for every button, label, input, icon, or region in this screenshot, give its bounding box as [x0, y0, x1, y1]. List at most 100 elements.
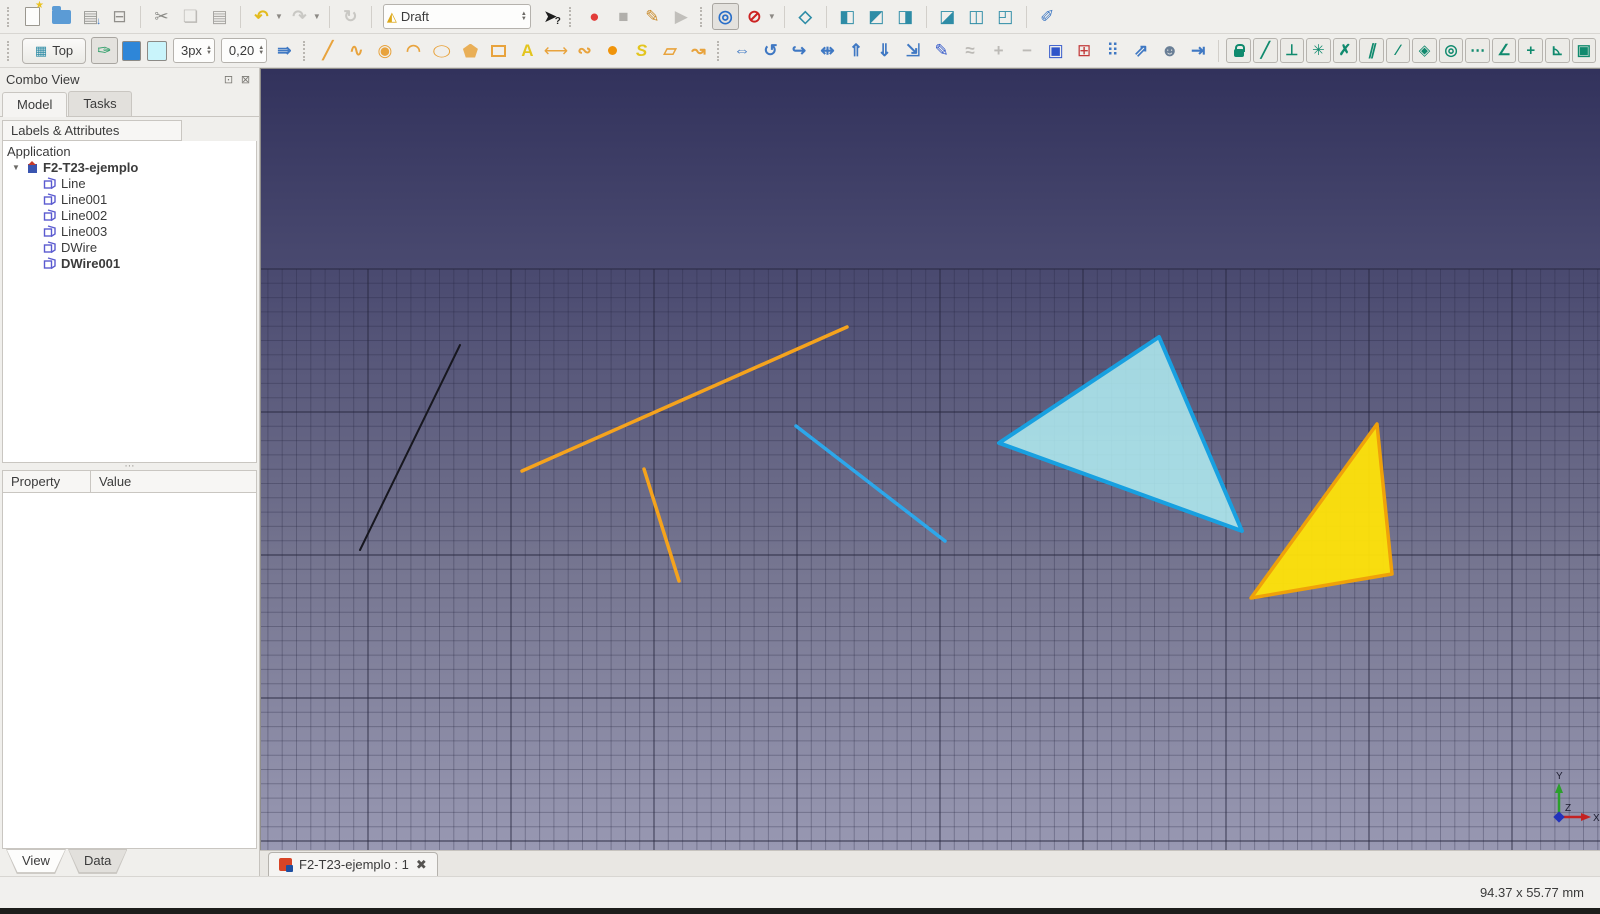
new-file-icon[interactable] — [19, 3, 46, 30]
delete-point-icon[interactable]: − — [1014, 37, 1041, 64]
spin-arrows[interactable]: ▲▼ — [258, 46, 264, 56]
face-color-swatch[interactable] — [147, 41, 167, 61]
snap-center-icon[interactable]: ◎ — [1439, 38, 1464, 63]
panel-splitter[interactable] — [0, 463, 259, 470]
snap-parallel-icon[interactable]: ∥ — [1359, 38, 1384, 63]
tree-item[interactable]: DWire001 — [3, 255, 256, 271]
snap-working-plane-icon[interactable]: ▣ — [1572, 38, 1597, 63]
combo-spin-arrows[interactable]: ▲▼ — [521, 12, 527, 22]
measure-icon[interactable]: ✐ — [1034, 3, 1061, 30]
draft-text-icon[interactable]: A — [514, 37, 541, 64]
tree-item[interactable]: Line — [3, 175, 256, 191]
view-bottom-icon[interactable]: ◫ — [963, 3, 990, 30]
draft-arc-icon[interactable]: ◠ — [400, 37, 427, 64]
draw-style-menu-arrow[interactable]: ▼ — [768, 12, 776, 21]
add-to-group-icon[interactable]: ⇥ — [1185, 37, 1212, 64]
toolbar-handle[interactable] — [7, 7, 14, 27]
draw-style-icon[interactable]: ⊘ — [741, 3, 768, 30]
snap-extension-icon[interactable]: ∕ — [1386, 38, 1411, 63]
snap-near-icon[interactable]: ⋯ — [1465, 38, 1490, 63]
undo-menu-arrow[interactable]: ▼ — [275, 12, 283, 21]
float-panel-icon[interactable]: ⊡ — [221, 72, 236, 87]
add-point-icon[interactable]: + — [985, 37, 1012, 64]
expander-icon[interactable]: ▼ — [11, 163, 21, 172]
snap-special-icon[interactable]: + — [1518, 38, 1543, 63]
snap-angle-icon[interactable]: ∠ — [1492, 38, 1517, 63]
tab-view[interactable]: View — [6, 849, 66, 876]
array-icon[interactable]: ⠿ — [1099, 37, 1126, 64]
macro-record-icon[interactable]: ● — [581, 3, 608, 30]
draft-move-icon[interactable]: ⇔ — [729, 37, 756, 64]
draft-rectangle-icon[interactable] — [486, 37, 513, 64]
tree-item[interactable]: ▼F2-T23-ejemplo — [3, 159, 256, 175]
copy-icon[interactable]: ❏ — [177, 3, 204, 30]
view-top-icon[interactable]: ◩ — [863, 3, 890, 30]
current-view-button[interactable]: ▦Top — [22, 38, 86, 64]
draft-bspline-icon[interactable]: ∾ — [571, 37, 598, 64]
whats-this-icon[interactable]: ➤? — [537, 3, 564, 30]
print-icon[interactable]: ⊟ — [106, 3, 133, 30]
draft-to-sketch-icon[interactable]: ▣ — [1042, 37, 1069, 64]
combo-view-titlebar[interactable]: Combo View ⊡ ⊠ — [0, 68, 259, 91]
toolbar-handle[interactable] — [7, 41, 14, 61]
draft-shapestring-icon[interactable]: S — [628, 37, 655, 64]
autogroup-icon[interactable]: ⇛ — [271, 37, 298, 64]
text-size-spinner[interactable]: 0,20▲▼ — [221, 38, 267, 63]
document-close-icon[interactable]: ✖ — [416, 857, 427, 873]
draft-point-icon[interactable] — [600, 37, 627, 64]
value-column-header[interactable]: Value — [91, 471, 139, 492]
line-color-swatch[interactable] — [122, 41, 142, 61]
refresh-icon[interactable]: ↻ — [337, 3, 364, 30]
draft-facebinder-icon[interactable]: ▱ — [657, 37, 684, 64]
document-tab[interactable]: F2-T23-ejemplo : 1 ✖ — [268, 852, 438, 876]
redo-icon[interactable]: ↷ — [286, 3, 313, 30]
tab-tasks[interactable]: Tasks — [68, 91, 131, 116]
spin-arrows[interactable]: ▲▼ — [206, 46, 212, 56]
property-column-header[interactable]: Property — [3, 471, 91, 492]
draft-bezier-icon[interactable]: ↝ — [685, 37, 712, 64]
toggle-construction-icon[interactable]: ✑ — [91, 37, 118, 64]
macro-stop-icon[interactable]: ■ — [610, 3, 637, 30]
fit-all-icon[interactable]: ◎ — [712, 3, 739, 30]
polar-array-icon[interactable]: ⊞ — [1071, 37, 1098, 64]
view-left-icon[interactable]: ◰ — [992, 3, 1019, 30]
snap-lock-icon[interactable] — [1226, 38, 1251, 63]
undo-icon[interactable]: ↶ — [248, 3, 275, 30]
macro-play-icon[interactable]: ▶ — [668, 3, 695, 30]
tree-item[interactable]: Application — [3, 143, 256, 159]
toolbar-handle[interactable] — [303, 41, 310, 61]
draft-rotate-icon[interactable]: ↺ — [757, 37, 784, 64]
view-front-icon[interactable]: ◧ — [834, 3, 861, 30]
toolbar-handle[interactable] — [700, 7, 707, 27]
close-panel-icon[interactable]: ⊠ — [238, 72, 253, 87]
redo-menu-arrow[interactable]: ▼ — [313, 12, 321, 21]
tree-item[interactable]: Line002 — [3, 207, 256, 223]
snap-endpoint-icon[interactable]: ╱ — [1253, 38, 1278, 63]
draft-circle-icon[interactable]: ◉ — [372, 37, 399, 64]
workbench-selector[interactable]: ◭Draft▲▼ — [383, 4, 531, 29]
save-icon[interactable]: ▤↓ — [77, 3, 104, 30]
property-table-body[interactable] — [2, 493, 257, 849]
snap-midpoint-icon[interactable]: ◈ — [1412, 38, 1437, 63]
snap-perpendicular-icon[interactable]: ⊥ — [1280, 38, 1305, 63]
draft-edit-icon[interactable]: ✎ — [928, 37, 955, 64]
tree-item[interactable]: Line003 — [3, 223, 256, 239]
view-axonometric-icon[interactable]: ◇ — [792, 3, 819, 30]
tree-item[interactable]: Line001 — [3, 191, 256, 207]
tree-item[interactable]: DWire — [3, 239, 256, 255]
path-array-icon[interactable]: ⇗ — [1128, 37, 1155, 64]
tab-data[interactable]: Data — [68, 849, 127, 876]
view-rear-icon[interactable]: ◪ — [934, 3, 961, 30]
draft-wire-icon[interactable]: ∿ — [343, 37, 370, 64]
snap-dimensions-icon[interactable]: ⊾ — [1545, 38, 1570, 63]
toolbar-handle[interactable] — [717, 41, 724, 61]
3d-viewport[interactable]: YXZ — [260, 68, 1600, 850]
snap-intersection-icon[interactable]: ✗ — [1333, 38, 1358, 63]
line-width-spinner[interactable]: 3px▲▼ — [173, 38, 215, 63]
macro-edit-icon[interactable]: ✎ — [639, 3, 666, 30]
toolbar-handle[interactable] — [569, 7, 576, 27]
draft-dimension-icon[interactable]: ⟷ — [543, 37, 570, 64]
view-right-icon[interactable]: ◨ — [892, 3, 919, 30]
draft-line-icon[interactable]: ╱ — [315, 37, 342, 64]
paste-icon[interactable]: ▤ — [206, 3, 233, 30]
